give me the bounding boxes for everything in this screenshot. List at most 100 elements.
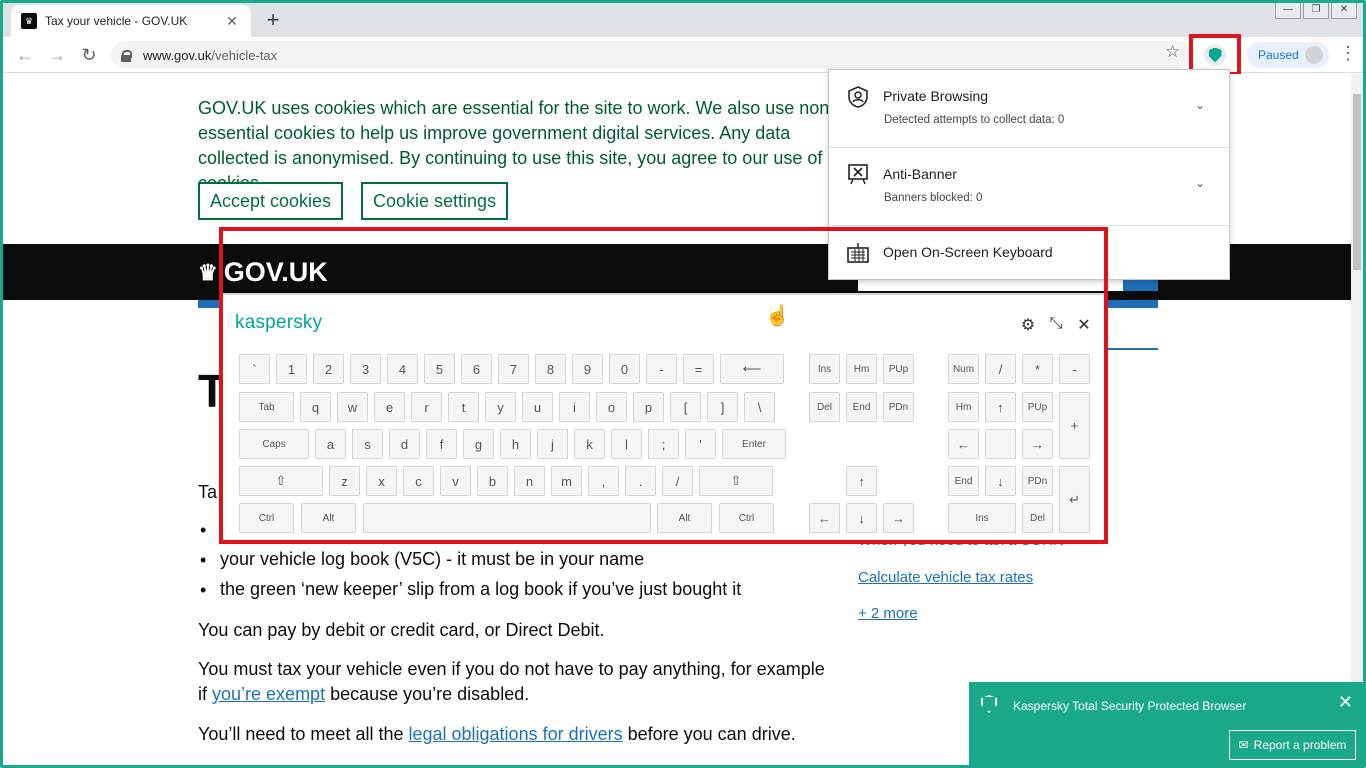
key-b[interactable]: b <box>477 466 508 496</box>
key-46[interactable]: . <box>625 466 656 496</box>
key-Hm[interactable]: Hm <box>948 392 979 422</box>
back-button[interactable]: ← <box>13 43 37 67</box>
more-links-toggle[interactable]: + 2 more <box>858 605 918 622</box>
reload-button[interactable]: ↻ <box>77 43 101 67</box>
key-Ins[interactable]: Ins <box>948 503 1016 533</box>
key-8593[interactable]: ↑ <box>846 466 877 496</box>
key-PDn[interactable]: PDn <box>883 392 914 422</box>
key-PUp[interactable]: PUp <box>1022 392 1053 422</box>
key-45[interactable]: - <box>646 354 677 384</box>
key-t[interactable]: t <box>448 392 479 422</box>
scrollbar-thumb[interactable] <box>1353 94 1361 270</box>
key-Tab[interactable]: Tab <box>239 392 294 422</box>
key-s[interactable]: s <box>352 429 383 459</box>
key-Del[interactable]: Del <box>809 392 840 422</box>
key-47[interactable]: / <box>985 354 1016 384</box>
key-Ctrl[interactable]: Ctrl <box>239 503 294 533</box>
calculate-tax-rates-link[interactable]: Calculate vehicle tax rates <box>858 569 1033 586</box>
minimize-button[interactable]: — <box>1275 3 1301 19</box>
close-window-button[interactable]: ✕ <box>1331 3 1357 19</box>
address-bar[interactable]: www.gov.uk /vehicle-tax <box>111 41 1191 69</box>
key-2[interactable]: 2 <box>313 354 344 384</box>
key-8594[interactable]: → <box>1022 429 1053 459</box>
key-Num[interactable]: Num <box>948 354 979 384</box>
key-0[interactable]: 0 <box>609 354 640 384</box>
key-i[interactable]: i <box>559 392 590 422</box>
key-Ctrl[interactable]: Ctrl <box>719 503 774 533</box>
key-8629[interactable]: ↵ <box>1059 466 1090 533</box>
key-8594[interactable]: → <box>883 503 914 533</box>
key-4[interactable]: 4 <box>387 354 418 384</box>
key-3[interactable]: 3 <box>350 354 381 384</box>
key-z[interactable]: z <box>329 466 360 496</box>
key-8592[interactable]: ← <box>809 503 840 533</box>
chevron-down-icon[interactable]: ⌄ <box>1195 98 1205 112</box>
keyboard-close-icon[interactable]: ✕ <box>1074 315 1094 335</box>
key-10229[interactable]: ⟵ <box>720 354 784 384</box>
key-7[interactable]: 7 <box>498 354 529 384</box>
key-Alt[interactable]: Alt <box>657 503 712 533</box>
key-44[interactable]: , <box>588 466 619 496</box>
legal-obligations-link[interactable]: legal obligations for drivers <box>408 724 622 744</box>
key-j[interactable]: j <box>537 429 568 459</box>
key-Ins[interactable]: Ins <box>809 354 840 384</box>
cookie-settings-button[interactable]: Cookie settings <box>361 182 509 220</box>
browser-tab[interactable]: ♛ Tax your vehicle - GOV.UK ✕ <box>11 5 251 37</box>
key-8595[interactable]: ↓ <box>985 466 1016 496</box>
key-92[interactable]: \ <box>744 392 775 422</box>
key-k[interactable]: k <box>574 429 605 459</box>
key-96[interactable]: ` <box>239 354 270 384</box>
key-f[interactable]: f <box>426 429 457 459</box>
key-47[interactable]: / <box>662 466 693 496</box>
new-tab-button[interactable]: + <box>261 7 285 33</box>
key-u[interactable]: u <box>522 392 553 422</box>
key-d[interactable]: d <box>389 429 420 459</box>
key-8592[interactable]: ← <box>948 429 979 459</box>
browser-menu-icon[interactable]: ⋮ <box>1339 43 1357 64</box>
key-End[interactable]: End <box>846 392 877 422</box>
key-PDn[interactable]: PDn <box>1022 466 1053 496</box>
key-93[interactable]: ] <box>707 392 738 422</box>
key-l[interactable]: l <box>611 429 642 459</box>
key-space[interactable] <box>985 429 1016 459</box>
key-59[interactable]: ; <box>648 429 679 459</box>
key-r[interactable]: r <box>411 392 442 422</box>
key-5[interactable]: 5 <box>424 354 455 384</box>
key-m[interactable]: m <box>551 466 582 496</box>
key-w[interactable]: w <box>337 392 368 422</box>
key-a[interactable]: a <box>315 429 346 459</box>
key-91[interactable]: [ <box>670 392 701 422</box>
key-v[interactable]: v <box>440 466 471 496</box>
key-1[interactable]: 1 <box>276 354 307 384</box>
key-space[interactable] <box>363 503 651 533</box>
accept-cookies-button[interactable]: Accept cookies <box>198 182 344 220</box>
private-browsing-row[interactable]: Private Browsing Detected attempts to co… <box>829 70 1229 148</box>
key-c[interactable]: c <box>403 466 434 496</box>
key-8679[interactable]: ⇧ <box>239 466 323 496</box>
key-39[interactable]: ' <box>685 429 716 459</box>
key-n[interactable]: n <box>514 466 545 496</box>
key-Enter[interactable]: Enter <box>722 429 786 459</box>
key-45[interactable]: - <box>1059 354 1090 384</box>
report-problem-button[interactable]: ✉ Report a problem <box>1229 730 1356 760</box>
key-61[interactable]: = <box>683 354 714 384</box>
notification-close-icon[interactable]: ✕ <box>1338 692 1353 713</box>
key-h[interactable]: h <box>500 429 531 459</box>
chevron-down-icon[interactable]: ⌄ <box>1195 176 1205 190</box>
key-End[interactable]: End <box>948 466 979 496</box>
maximize-button[interactable]: ❐ <box>1303 3 1329 19</box>
page-scrollbar[interactable] <box>1351 74 1363 765</box>
key-x[interactable]: x <box>366 466 397 496</box>
anti-banner-row[interactable]: Anti-Banner Banners blocked: 0 ⌄ <box>829 148 1229 226</box>
key-o[interactable]: o <box>596 392 627 422</box>
key-e[interactable]: e <box>374 392 405 422</box>
key-8[interactable]: 8 <box>535 354 566 384</box>
key-Hm[interactable]: Hm <box>846 354 877 384</box>
tab-close-icon[interactable]: ✕ <box>223 13 241 30</box>
exempt-link[interactable]: you’re exempt <box>212 684 325 704</box>
key-Del[interactable]: Del <box>1022 503 1053 533</box>
settings-gear-icon[interactable]: ⚙ <box>1018 315 1038 335</box>
key-8595[interactable]: ↓ <box>846 503 877 533</box>
resize-icon[interactable]: ⤡ <box>1046 315 1066 333</box>
key-Alt[interactable]: Alt <box>301 503 356 533</box>
